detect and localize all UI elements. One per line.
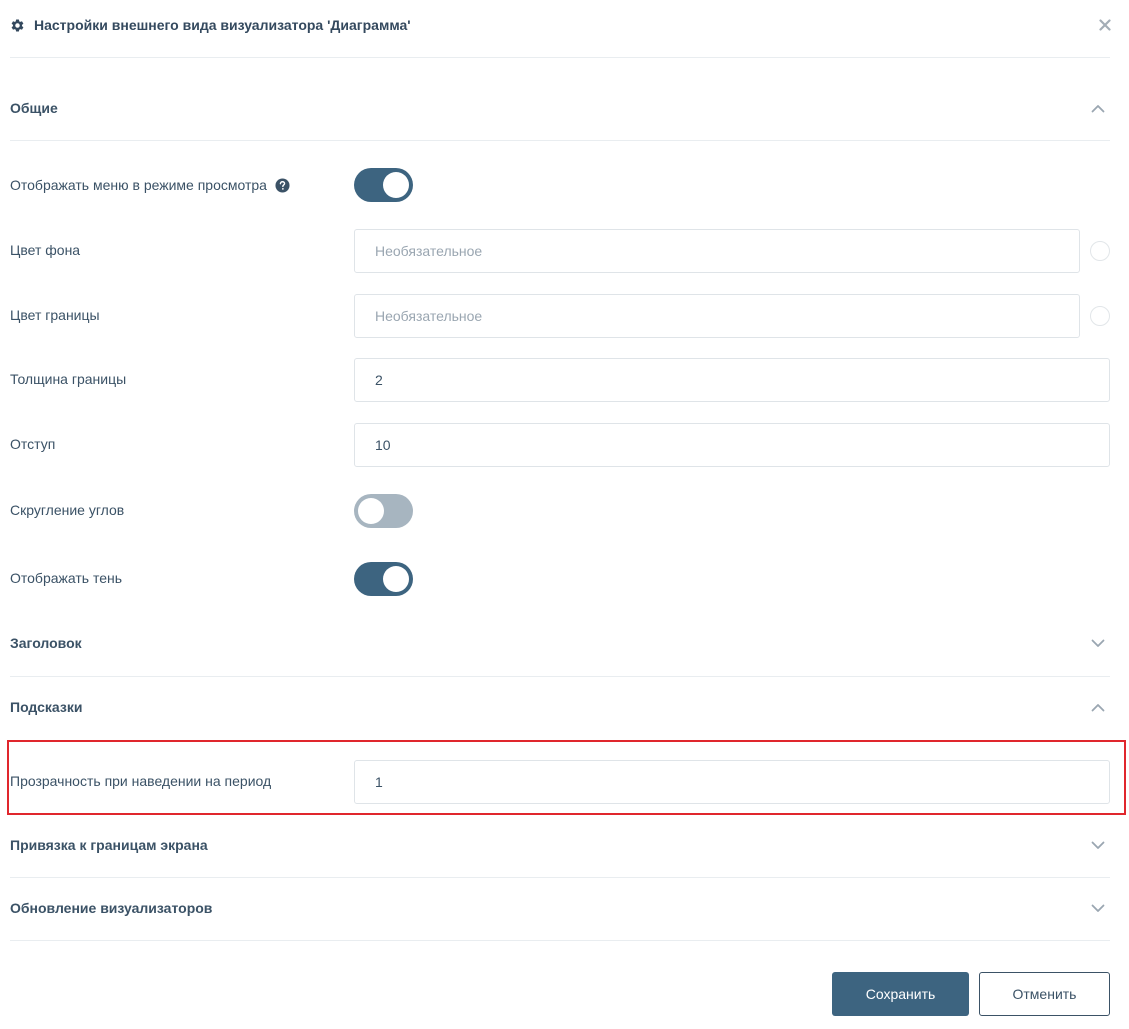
section-heading-header[interactable]: Заголовок — [10, 628, 1110, 658]
border-color-input[interactable] — [354, 294, 1080, 338]
section-title: Обновление визуализаторов — [10, 900, 213, 916]
rounded-corners-label: Скругление углов — [10, 502, 125, 518]
hover-opacity-input[interactable] — [354, 760, 1110, 804]
hover-opacity-label: Прозрачность при наведении на период — [10, 773, 272, 789]
padding-label: Отступ — [10, 436, 56, 452]
shadow-label: Отображать тень — [10, 570, 123, 586]
bg-color-picker[interactable] — [1090, 241, 1110, 261]
chevron-down-icon — [1086, 833, 1110, 857]
toggle-knob — [383, 172, 409, 198]
border-width-label: Толщина границы — [10, 371, 127, 387]
close-button[interactable] — [1094, 14, 1116, 36]
border-color-picker[interactable] — [1090, 306, 1110, 326]
show-menu-label: Отображать меню в режиме просмотра — [10, 174, 290, 196]
close-icon — [1099, 19, 1111, 31]
toggle-knob — [383, 566, 409, 592]
shadow-toggle[interactable] — [354, 562, 413, 596]
dialog-header: Настройки внешнего вида визуализатора 'Д… — [10, 14, 411, 36]
dialog-title: Настройки внешнего вида визуализатора 'Д… — [34, 17, 411, 33]
cancel-button[interactable]: Отменить — [979, 972, 1110, 1016]
rounded-corners-toggle[interactable] — [354, 494, 413, 528]
section-refresh-header[interactable]: Обновление визуализаторов — [10, 893, 1110, 923]
section-title: Заголовок — [10, 635, 82, 651]
padding-input[interactable] — [354, 423, 1110, 467]
chevron-down-icon — [1086, 896, 1110, 920]
section-divider — [10, 676, 1110, 677]
border-color-label: Цвет границы — [10, 307, 100, 323]
chevron-down-icon — [1086, 631, 1110, 655]
question-circle-icon[interactable] — [275, 177, 290, 193]
bg-color-label: Цвет фона — [10, 242, 81, 258]
bg-color-input[interactable] — [354, 229, 1080, 273]
save-button[interactable]: Сохранить — [832, 972, 969, 1016]
gear-icon — [10, 18, 25, 33]
border-width-input[interactable] — [354, 358, 1110, 402]
header-divider — [10, 57, 1110, 58]
section-title: Подсказки — [10, 699, 83, 715]
section-title: Общие — [10, 100, 58, 116]
section-divider — [10, 940, 1110, 941]
section-snap-header[interactable]: Привязка к границам экрана — [10, 830, 1110, 860]
section-general-header[interactable]: Общие — [10, 93, 1110, 123]
chevron-up-icon — [1086, 96, 1110, 120]
section-divider — [10, 877, 1110, 878]
show-menu-toggle[interactable] — [354, 168, 413, 202]
toggle-knob — [358, 498, 384, 524]
section-title: Привязка к границам экрана — [10, 837, 208, 853]
section-tooltips-header[interactable]: Подсказки — [10, 692, 1110, 722]
section-divider — [10, 140, 1110, 141]
chevron-up-icon — [1086, 695, 1110, 719]
